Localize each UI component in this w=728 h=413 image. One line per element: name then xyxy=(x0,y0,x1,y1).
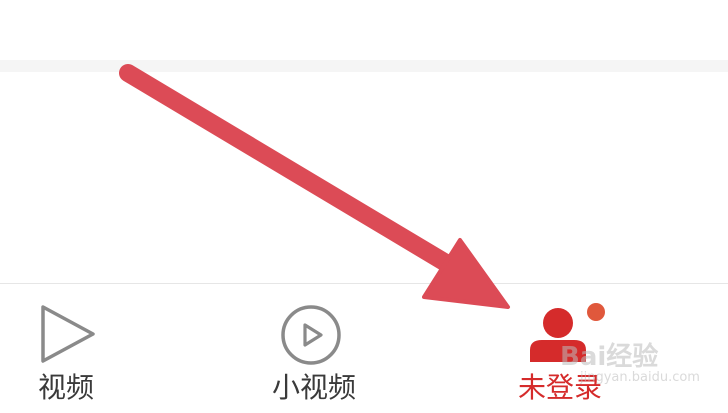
content-area xyxy=(0,72,728,283)
tab-video[interactable]: 视频 xyxy=(0,284,200,413)
tab-short-video[interactable]: 小视频 xyxy=(250,284,430,413)
baidu-jingyan-watermark: Bai经验 jingyan.baidu.com xyxy=(560,330,700,394)
play-triangle-icon xyxy=(41,305,95,363)
top-content-area xyxy=(0,0,728,60)
tab-video-label: 视频 xyxy=(38,371,95,404)
notification-badge xyxy=(587,303,605,321)
play-circle-icon xyxy=(281,305,341,365)
tab-short-video-label: 小视频 xyxy=(272,371,357,404)
watermark-brand: Bai经验 xyxy=(560,342,659,372)
separator-band xyxy=(0,60,728,72)
watermark-url: jingyan.baidu.com xyxy=(580,370,700,385)
